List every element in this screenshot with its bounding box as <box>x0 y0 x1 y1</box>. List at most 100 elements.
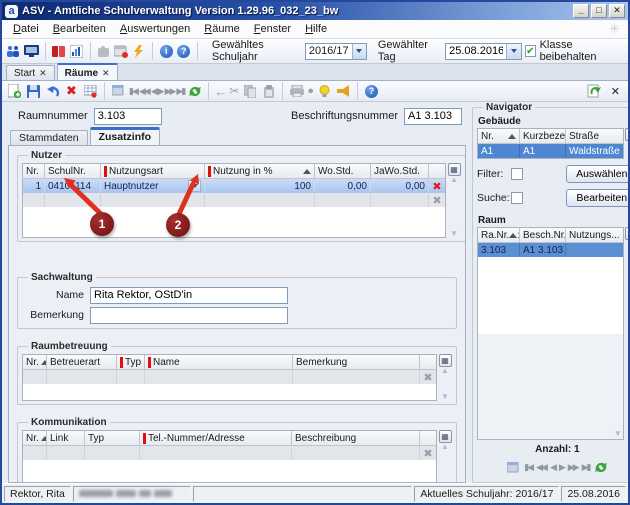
bemerkung-field[interactable] <box>90 307 288 324</box>
asv-window: a ASV - Amtliche Schulverwaltung Version… <box>0 0 630 505</box>
close-tab-icon[interactable]: ✕ <box>102 68 110 79</box>
chevron-down-icon[interactable] <box>352 44 366 59</box>
suche-checkbox[interactable] <box>511 192 523 204</box>
report-icon[interactable] <box>69 43 83 60</box>
menu-datei[interactable]: Datei <box>6 21 46 37</box>
raumnummer-field[interactable] <box>94 108 162 125</box>
minimize-button[interactable]: _ <box>573 4 589 18</box>
col-beschreibung[interactable]: Beschreibung <box>292 431 420 445</box>
navigator-nav-bar: ▮◀ ◀◀ ◀ ▶ ▶▶ ▶▮ <box>477 457 628 479</box>
kommunikation-empty-row: ✖ <box>23 446 436 460</box>
name-field[interactable] <box>90 287 288 304</box>
help-icon[interactable]: ? <box>363 83 380 100</box>
col-nr[interactable]: Nr. <box>23 164 45 178</box>
col-jawostd[interactable]: JaWo.Std. <box>371 164 429 178</box>
undo-icon[interactable] <box>44 83 61 100</box>
col-ranr[interactable]: Ra.Nr.1 <box>478 228 520 242</box>
tab-zusatzinfo[interactable]: Zusatzinfo <box>90 127 161 145</box>
raumbetreuung-header-row: Nr. Betreuerart Typ Name Bemerkung <box>23 355 436 370</box>
bulb-icon[interactable] <box>316 83 333 100</box>
chevron-down-icon[interactable] <box>506 44 521 59</box>
table-edit-icon[interactable] <box>82 83 99 100</box>
bemerkung-label: Bemerkung <box>22 309 84 321</box>
nutzungsart-cell[interactable]: Hauptnutzer <box>101 179 205 193</box>
col-link[interactable]: Link <box>47 431 85 445</box>
next-record-icon: ▶ <box>559 462 564 473</box>
col-nutzungs[interactable]: Nutzungs... <box>566 228 623 242</box>
col-beschnr[interactable]: Besch.Nr. <box>520 228 566 242</box>
bearbeiten-button[interactable]: Bearbeiten <box>566 189 628 207</box>
col-nutzungsart[interactable]: Nutzungsart <box>101 164 205 178</box>
close-button[interactable]: ✕ <box>609 4 625 18</box>
scroll-down-icon[interactable]: ▼ <box>450 230 458 238</box>
scroll-down-icon[interactable]: ▼ <box>614 430 622 438</box>
col-wostd[interactable]: Wo.Std. <box>315 164 371 178</box>
gebaeude-row-selected[interactable]: A1 A1 Waldstraße <box>478 144 623 158</box>
nutzer-row-selected[interactable]: 1 04101114 Hauptnutzer 100 0,00 0,00 ✖ <box>23 179 445 193</box>
col-strasse[interactable]: Straße <box>566 129 623 143</box>
klasse-checkbox[interactable]: ✔ <box>525 45 535 57</box>
beschriftungsnummer-field[interactable] <box>404 108 462 125</box>
tag-input[interactable] <box>445 43 522 60</box>
lightning-icon[interactable] <box>132 43 146 60</box>
horn-icon[interactable] <box>335 83 352 100</box>
tag-value-field[interactable] <box>446 44 506 59</box>
klasse-label: Klasse beibehalten <box>540 39 618 63</box>
scroll-down-icon[interactable]: ▼ <box>441 393 449 401</box>
dropdown-arrow-icon[interactable] <box>188 180 201 192</box>
close-view-icon[interactable]: ✕ <box>611 85 620 98</box>
refresh-icon[interactable] <box>186 83 203 100</box>
auswaehlen-button[interactable]: Auswählen <box>566 165 628 183</box>
sort-ascending-icon <box>509 229 517 238</box>
menu-raeume[interactable]: Räume <box>197 21 246 37</box>
people-icon[interactable] <box>6 43 21 60</box>
monitor-icon[interactable] <box>24 43 39 60</box>
filter-checkbox[interactable] <box>511 168 523 180</box>
gebaeude-header-row: Nr. Kurzbezei... Straße <box>478 129 623 144</box>
col-name[interactable]: Name <box>145 355 293 369</box>
col-nr[interactable]: Nr. <box>478 129 520 143</box>
col-nr[interactable]: Nr. <box>23 431 47 445</box>
delete-row-icon[interactable]: ✖ <box>429 179 445 193</box>
column-config-icon[interactable]: ▦ <box>625 227 628 240</box>
col-nutzung-prozent[interactable]: Nutzung in % <box>205 164 315 178</box>
col-kurzbez[interactable]: Kurzbezei... <box>520 129 566 143</box>
menu-fenster[interactable]: Fenster <box>247 21 298 37</box>
col-typ[interactable]: Typ <box>117 355 145 369</box>
schulnr-cell[interactable]: 04101114 <box>45 179 101 193</box>
scroll-down-icon[interactable]: ▼ <box>627 149 628 157</box>
copy-icon <box>241 83 258 100</box>
help-icon[interactable]: ? <box>176 43 190 60</box>
scroll-up-icon[interactable]: ▲ <box>450 176 458 184</box>
scroll-up-icon[interactable]: ▲ <box>441 443 449 451</box>
modules-icon[interactable] <box>52 43 66 60</box>
menu-bearbeiten[interactable]: Bearbeiten <box>46 21 113 37</box>
kommunikation-legend: Kommunikation <box>28 417 110 428</box>
sync-icon[interactable] <box>586 83 603 100</box>
raum-list-area[interactable]: ▼ <box>477 334 624 441</box>
col-typ[interactable]: Typ <box>85 431 140 445</box>
col-schulnr[interactable]: SchulNr. <box>45 164 101 178</box>
col-bemerkung[interactable]: Bemerkung <box>293 355 420 369</box>
menu-hilfe[interactable]: Hilfe <box>298 21 334 37</box>
menu-auswertungen[interactable]: Auswertungen <box>113 21 197 37</box>
info-icon[interactable]: i <box>159 43 173 60</box>
refresh-icon[interactable] <box>594 459 609 476</box>
maximize-button[interactable]: □ <box>591 4 607 18</box>
close-tab-icon[interactable]: ✕ <box>39 68 47 79</box>
raum-row-selected[interactable]: 3.103 A1 3.103 <box>478 243 623 257</box>
tab-stammdaten[interactable]: Stammdaten <box>10 130 88 145</box>
new-record-icon[interactable] <box>6 83 23 100</box>
tab-raeume[interactable]: Räume✕ <box>57 63 118 80</box>
tab-start[interactable]: Start✕ <box>6 65 55 80</box>
scroll-up-icon[interactable]: ▲ <box>441 367 449 375</box>
schuljahr-select[interactable]: 2016/17 <box>305 43 367 60</box>
col-nr[interactable]: Nr. <box>23 355 47 369</box>
col-telnummer[interactable]: Tel.-Nummer/Adresse <box>140 431 292 445</box>
navigator-legend: Navigator <box>483 102 535 113</box>
navigator-panel: Navigator Gebäude Nr. Kurzbezei... Straß… <box>470 102 628 483</box>
col-betreuerart[interactable]: Betreuerart <box>47 355 117 369</box>
delete-icon[interactable]: ✖ <box>63 83 80 100</box>
save-icon[interactable] <box>25 83 42 100</box>
content-area: Raumnummer Beschriftungsnummer Stammdate… <box>2 102 628 483</box>
